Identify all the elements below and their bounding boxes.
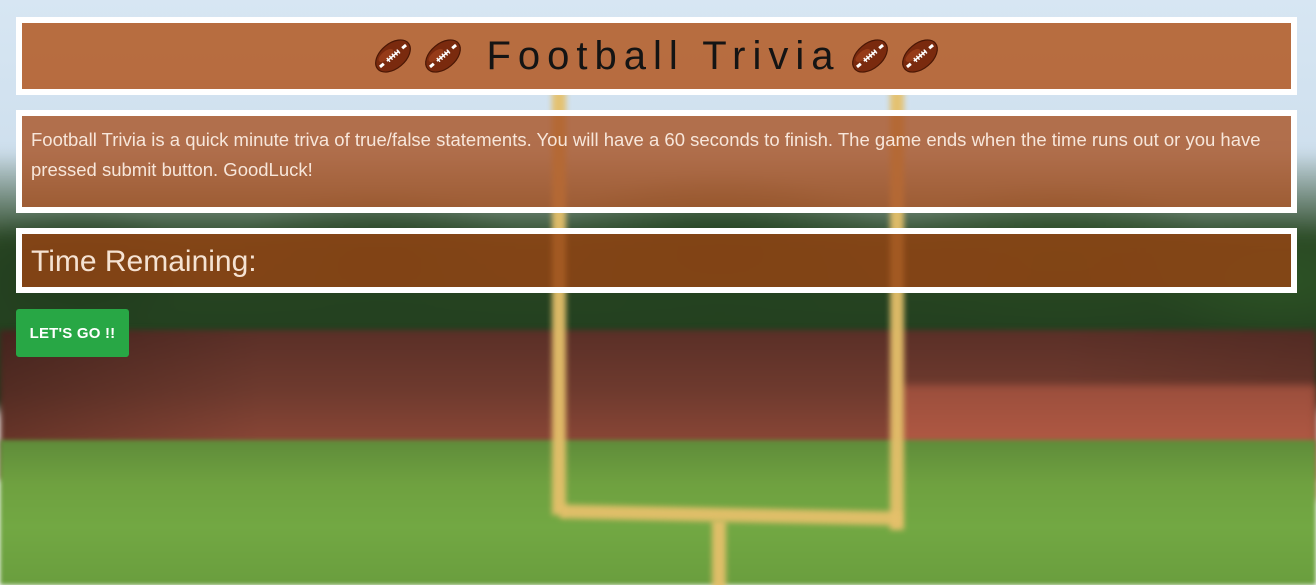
title-row: Football Trivia: [371, 34, 943, 78]
football-icon: [424, 39, 461, 73]
timer-label: Time Remaining:: [31, 245, 257, 278]
game-description: Football Trivia is a quick minute triva …: [31, 129, 1261, 180]
page-title: Football Trivia: [486, 34, 841, 78]
goalpost-base: [712, 520, 726, 585]
start-button[interactable]: LET'S GO !!: [16, 309, 129, 357]
football-icon: [852, 39, 889, 73]
title-panel: Football Trivia: [16, 17, 1297, 95]
timer-panel: Time Remaining:: [16, 228, 1297, 293]
main-container: Football Trivia Football Trivia is a qui…: [16, 17, 1297, 357]
football-icon: [374, 39, 411, 73]
description-panel: Football Trivia is a quick minute triva …: [16, 110, 1297, 213]
football-icon: [902, 39, 939, 73]
